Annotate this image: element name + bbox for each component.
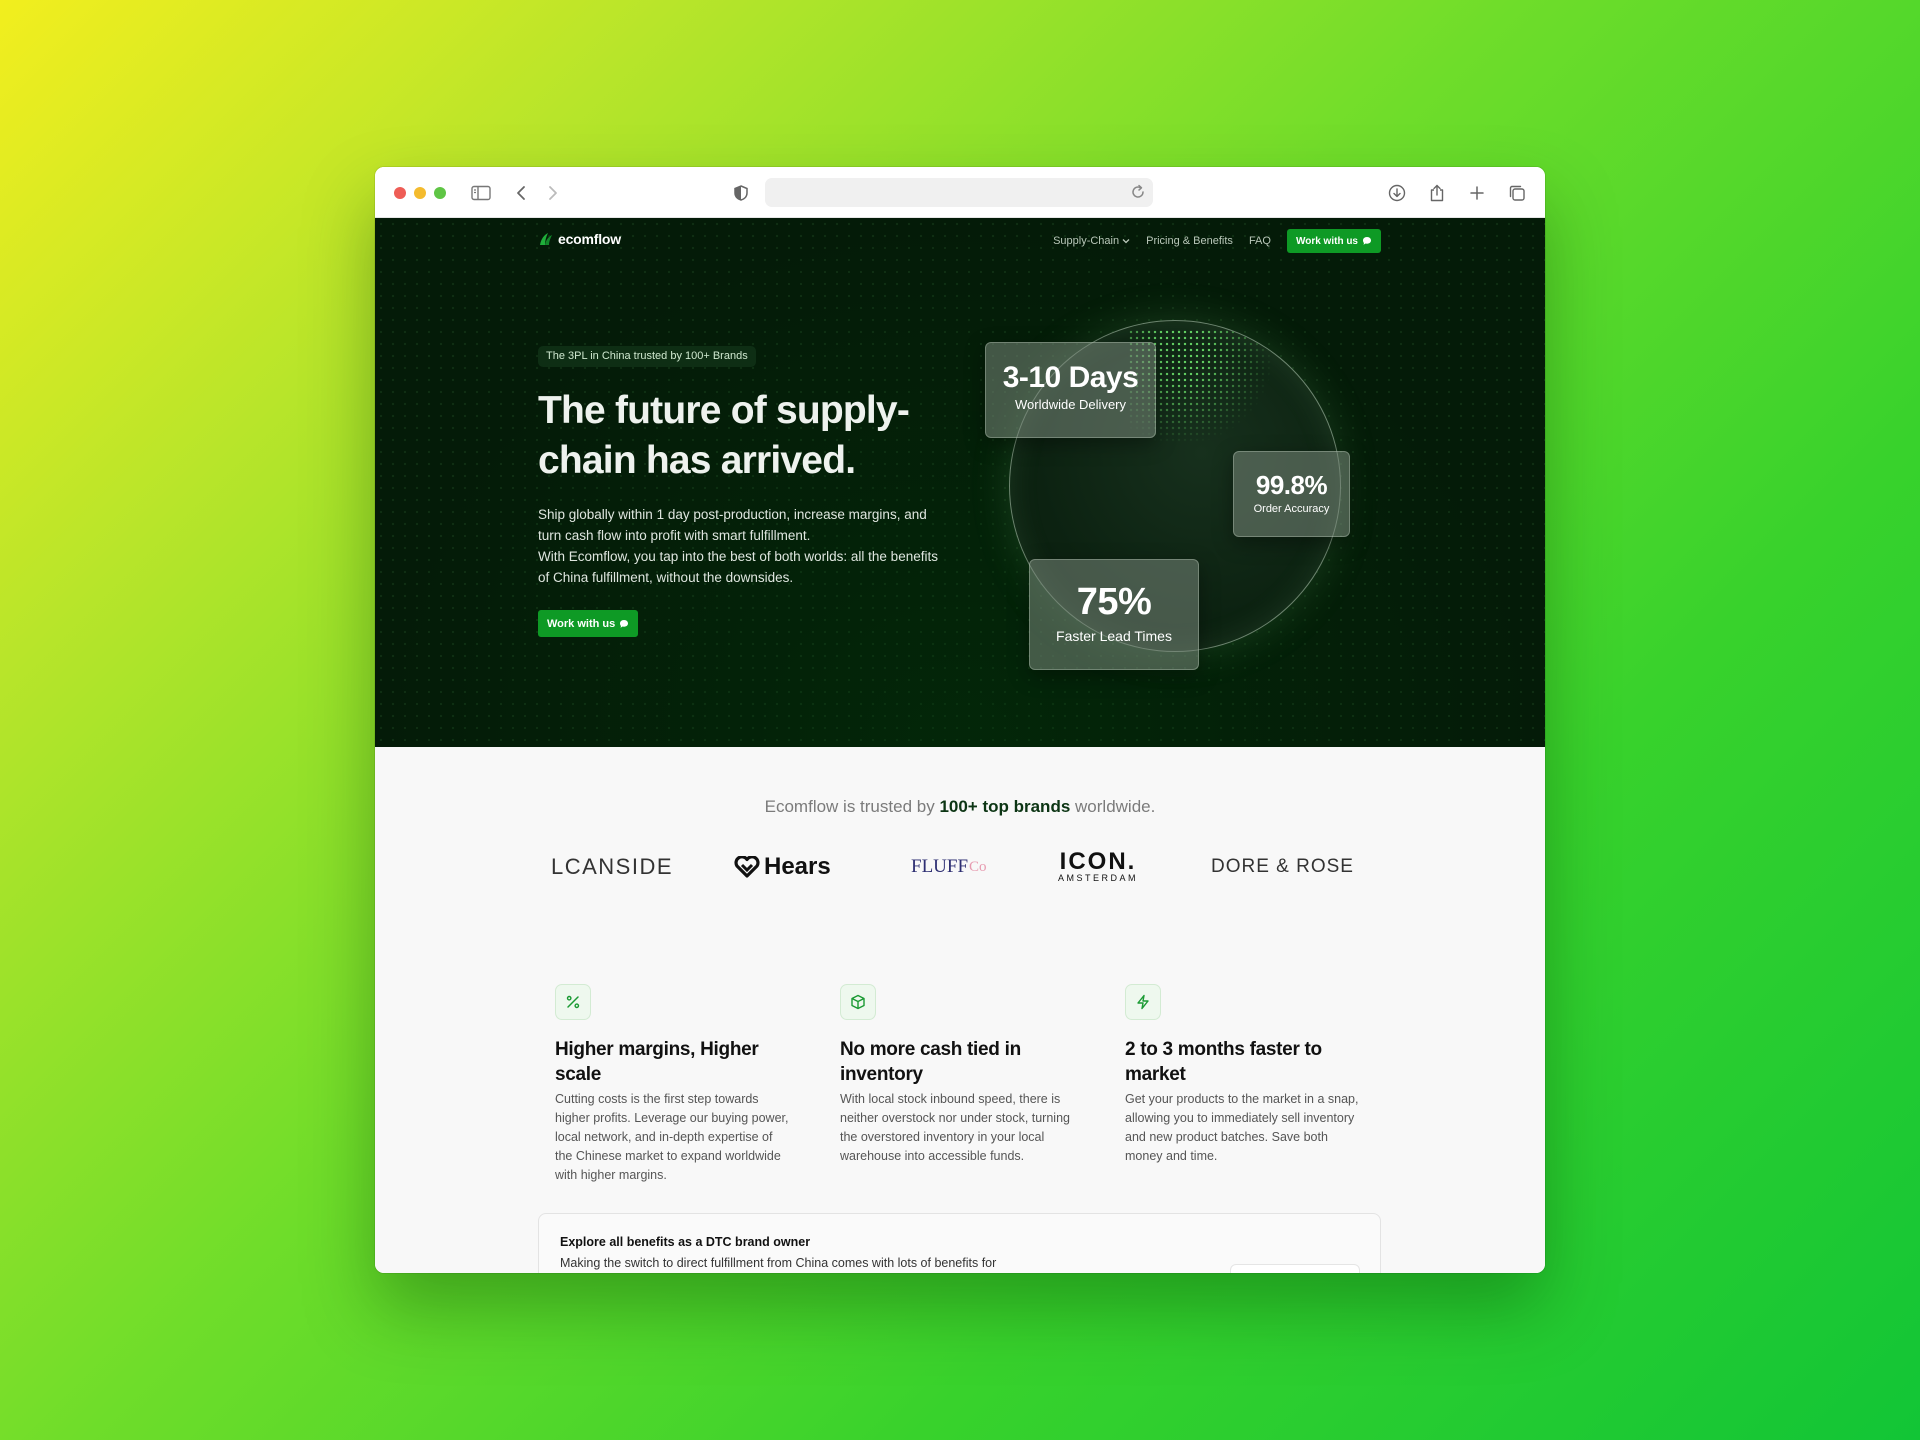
- address-bar[interactable]: [765, 178, 1153, 207]
- stat-card-lead-times: 75% Faster Lead Times: [1029, 559, 1199, 670]
- trusted-suffix: worldwide.: [1075, 797, 1156, 816]
- brand-name: Hears: [764, 853, 831, 880]
- brand-name: FLUFF: [911, 856, 969, 877]
- feature-card: Higher margins, Higher scale Cutting cos…: [555, 984, 790, 1185]
- share-icon[interactable]: [1425, 181, 1449, 205]
- brand-logo-hears: Hears: [734, 847, 831, 887]
- brand-logo-icon-amsterdam: ICON. AMSTERDAM: [1058, 847, 1138, 887]
- feature-card: 2 to 3 months faster to market Get your …: [1125, 984, 1360, 1166]
- logo-text: ecomflow: [558, 231, 621, 247]
- stat-card-delivery: 3-10 Days Worldwide Delivery: [985, 342, 1156, 438]
- brand-logo-fluffco: FLUFF Co: [911, 847, 987, 887]
- stat-value: 99.8%: [1255, 470, 1328, 500]
- minimize-window-button[interactable]: [414, 187, 426, 199]
- box-icon: [840, 984, 876, 1020]
- browser-window: ecomflow Supply-Chain Pricing & Benefits…: [375, 167, 1545, 1273]
- chat-bubble-icon: [620, 619, 629, 628]
- chat-bubble-icon: [1363, 237, 1371, 245]
- top-navigation: ecomflow Supply-Chain Pricing & Benefits…: [538, 229, 1381, 255]
- bolt-icon: [1125, 984, 1161, 1020]
- content-section: Ecomflow is trusted by 100+ top brands w…: [375, 747, 1545, 1273]
- nav-supply-chain[interactable]: Supply-Chain: [1053, 235, 1130, 247]
- nav-faq[interactable]: FAQ: [1249, 235, 1271, 247]
- hero-title: The future of supply-chain has arrived.: [538, 389, 910, 482]
- logo-leaf-icon: [540, 233, 552, 245]
- nav-cta-label: Work with us: [1295, 235, 1358, 247]
- feature-title: 2 to 3 months faster to market: [1125, 1039, 1322, 1085]
- brand-suffix: Co: [969, 858, 987, 875]
- explore-button[interactable]: [1230, 1264, 1360, 1273]
- maximize-window-button[interactable]: [434, 187, 446, 199]
- tab-overview-icon[interactable]: [1505, 181, 1529, 205]
- brand-logo-lcanside: LCANSIDE: [551, 847, 673, 887]
- nav-work-with-us-button[interactable]: Work with us: [1286, 229, 1381, 253]
- privacy-shield-icon[interactable]: [729, 181, 753, 205]
- hero-cta-label: Work with us: [547, 617, 616, 630]
- close-window-button[interactable]: [394, 187, 406, 199]
- brand-name: ICON.: [1059, 848, 1137, 875]
- hero-subtitle-line-2: With Ecomflow, you tap into the best of …: [538, 549, 938, 585]
- hero-section: ecomflow Supply-Chain Pricing & Benefits…: [375, 218, 1545, 747]
- feature-title: No more cash tied in inventory: [840, 1039, 1021, 1085]
- feature-title: Higher margins, Higher scale: [555, 1039, 759, 1085]
- new-tab-icon[interactable]: [1465, 181, 1489, 205]
- stat-card-accuracy: 99.8% Order Accuracy: [1233, 451, 1350, 537]
- explore-benefits-card[interactable]: Explore all benefits as a DTC brand owne…: [538, 1213, 1381, 1273]
- feature-text: Get your products to the market in a sna…: [1125, 1092, 1359, 1163]
- sidebar-toggle-icon[interactable]: [469, 181, 493, 205]
- trusted-by-heading: Ecomflow is trusted by 100+ top brands w…: [375, 797, 1545, 817]
- hero-work-with-us-button[interactable]: Work with us: [538, 610, 639, 637]
- feature-text: Cutting costs is the first step towards …: [555, 1092, 789, 1182]
- trusted-prefix: Ecomflow is trusted by: [764, 797, 935, 816]
- nav-links: Supply-Chain Pricing & Benefits FAQ Work…: [1053, 229, 1381, 253]
- stat-label: Worldwide Delivery: [1014, 397, 1126, 412]
- brand-logos-row: LCANSIDE Hears FLUFF Co ICON. AMSTERDAM …: [538, 847, 1381, 887]
- brand-subname: AMSTERDAM: [1058, 873, 1139, 883]
- forward-icon[interactable]: [541, 181, 565, 205]
- explore-text: Making the switch to direct fulfillment …: [560, 1256, 997, 1270]
- hero-subtitle-line-1: Ship globally within 1 day post-producti…: [538, 507, 927, 543]
- brand-name: LCANSIDE: [551, 854, 674, 879]
- trusted-highlight: 100+ top brands: [939, 797, 1071, 816]
- hero-subtitle: Ship globally within 1 day post-producti…: [538, 504, 948, 588]
- download-icon[interactable]: [1385, 181, 1409, 205]
- logo[interactable]: ecomflow: [538, 231, 621, 247]
- heart-icon: [734, 856, 760, 878]
- brand-name: DORE & ROSE: [1211, 856, 1354, 877]
- explore-title: Explore all benefits as a DTC brand owne…: [560, 1235, 811, 1249]
- nav-supply-chain-label: Supply-Chain: [1053, 235, 1120, 247]
- stat-label: Faster Lead Times: [1056, 628, 1172, 644]
- browser-toolbar: [375, 167, 1545, 218]
- back-icon[interactable]: [509, 181, 533, 205]
- feature-text: With local stock inbound speed, there is…: [840, 1092, 1070, 1163]
- stat-value: 3-10 Days: [1002, 361, 1139, 394]
- reload-icon[interactable]: [1129, 182, 1147, 207]
- nav-pricing-benefits[interactable]: Pricing & Benefits: [1146, 235, 1233, 247]
- stat-value: 75%: [1076, 581, 1152, 623]
- brand-logo-dore-rose: DORE & ROSE: [1211, 847, 1354, 887]
- feature-card: No more cash tied in inventory With loca…: [840, 984, 1075, 1166]
- chevron-down-icon: [1122, 239, 1130, 244]
- stat-label: Order Accuracy: [1253, 503, 1330, 515]
- percent-icon: [555, 984, 591, 1020]
- hero-badge: The 3PL in China trusted by 100+ Brands: [538, 346, 756, 367]
